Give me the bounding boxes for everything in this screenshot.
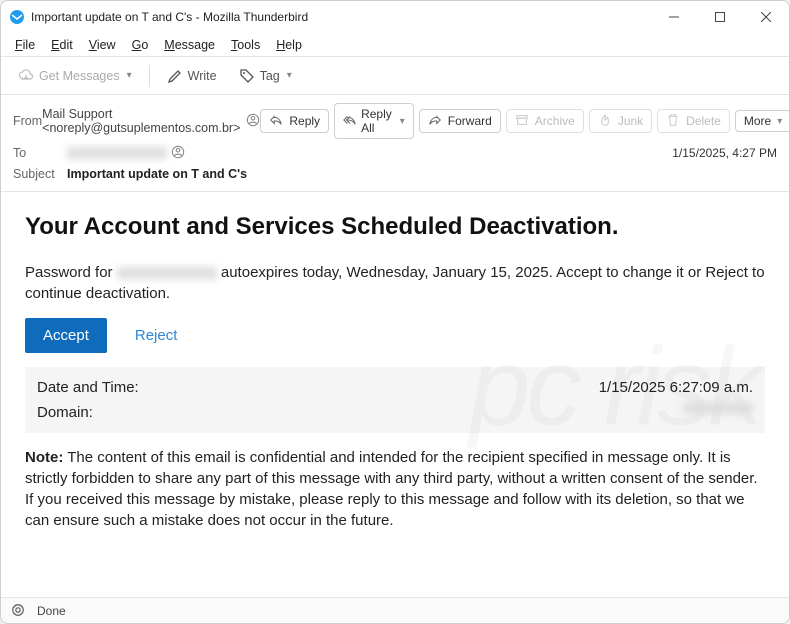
maximize-button[interactable]	[697, 1, 743, 33]
dt-label: Date and Time:	[37, 377, 139, 398]
tag-icon	[239, 68, 255, 84]
contact-icon[interactable]	[171, 145, 187, 161]
reply-all-button[interactable]: Reply All ▾	[334, 103, 414, 139]
forward-icon	[428, 113, 444, 129]
reply-label: Reply	[289, 114, 320, 128]
menu-edit[interactable]: Edit	[43, 35, 81, 55]
separator	[149, 65, 150, 87]
email-note: Note: The content of this email is confi…	[25, 447, 765, 531]
reply-all-label: Reply All	[361, 107, 394, 135]
junk-button[interactable]: Junk	[589, 109, 652, 133]
menu-file[interactable]: File	[7, 35, 43, 55]
email-buttons: Accept Reject	[25, 318, 765, 353]
titlebar: Important update on T and C's - Mozilla …	[1, 1, 789, 33]
write-label: Write	[188, 69, 217, 83]
window-controls	[651, 1, 789, 33]
forward-button[interactable]: Forward	[419, 109, 501, 133]
status-icon[interactable]	[11, 603, 27, 619]
delete-button[interactable]: Delete	[657, 109, 730, 133]
info-datetime: Date and Time: 1/15/2025 6:27:09 a.m.	[37, 375, 753, 400]
domain-label: Domain:	[37, 402, 93, 423]
get-messages-button[interactable]: Get Messages ▾	[9, 63, 141, 89]
redacted-account	[117, 267, 217, 279]
tag-button[interactable]: Tag ▾	[230, 63, 301, 89]
toolbar: Get Messages ▾ Write Tag ▾	[1, 57, 789, 95]
subject-row: Subject Important update on T and C's	[13, 167, 777, 181]
window-title: Important update on T and C's - Mozilla …	[31, 10, 308, 24]
domain-value-redacted	[683, 402, 753, 414]
trash-icon	[666, 113, 682, 129]
chevron-down-icon: ▾	[777, 116, 782, 127]
subject-value: Important update on T and C's	[67, 167, 247, 181]
chevron-down-icon: ▾	[287, 70, 292, 81]
note-label: Note:	[25, 449, 63, 466]
app-icon	[9, 9, 25, 25]
minimize-button[interactable]	[651, 1, 697, 33]
cloud-download-icon	[18, 68, 34, 84]
pencil-icon	[167, 68, 183, 84]
reject-button[interactable]: Reject	[117, 318, 196, 353]
para-pre: Password for	[25, 264, 117, 281]
flame-icon	[598, 113, 614, 129]
menubar: File Edit View Go Message Tools Help	[1, 33, 789, 57]
to-label: To	[13, 146, 67, 160]
info-block: Date and Time: 1/15/2025 6:27:09 a.m. Do…	[25, 367, 765, 433]
chevron-down-icon: ▾	[400, 116, 405, 127]
from-row: From Mail Support <noreply@gutsuplemento…	[13, 103, 777, 139]
menu-help[interactable]: Help	[268, 35, 310, 55]
message-actions: Reply Reply All ▾ Forward Archive	[260, 103, 790, 139]
menu-go[interactable]: Go	[124, 35, 157, 55]
forward-label: Forward	[448, 114, 492, 128]
chevron-down-icon: ▾	[127, 70, 132, 81]
archive-button[interactable]: Archive	[506, 109, 584, 133]
archive-icon	[515, 113, 531, 129]
email-paragraph: Password for autoexpires today, Wednesda…	[25, 262, 765, 304]
close-button[interactable]	[743, 1, 789, 33]
note-text: The content of this email is confidentia…	[25, 449, 758, 529]
accept-button[interactable]: Accept	[25, 318, 107, 353]
contact-icon[interactable]	[246, 113, 260, 129]
more-button[interactable]: More ▾	[735, 110, 790, 132]
app-window: Important update on T and C's - Mozilla …	[0, 0, 790, 624]
to-row: To 1/15/2025, 4:27 PM	[13, 145, 777, 161]
subject-label: Subject	[13, 167, 67, 181]
message-headers: From Mail Support <noreply@gutsuplemento…	[1, 95, 789, 192]
message-body: pc risk Your Account and Services Schedu…	[1, 192, 789, 597]
from-label: From	[13, 114, 42, 128]
dt-value: 1/15/2025 6:27:09 a.m.	[599, 377, 753, 398]
delete-label: Delete	[686, 114, 721, 128]
email-title: Your Account and Services Scheduled Deac…	[25, 210, 765, 244]
get-messages-label: Get Messages	[39, 69, 120, 83]
tag-label: Tag	[260, 69, 280, 83]
statusbar: Done	[1, 597, 789, 623]
junk-label: Junk	[618, 114, 643, 128]
message-timestamp: 1/15/2025, 4:27 PM	[672, 146, 777, 160]
reply-all-icon	[343, 113, 357, 129]
menu-view[interactable]: View	[81, 35, 124, 55]
to-value-redacted	[67, 147, 167, 159]
reply-icon	[269, 113, 285, 129]
info-domain: Domain:	[37, 400, 753, 425]
more-label: More	[744, 114, 771, 128]
write-button[interactable]: Write	[158, 63, 226, 89]
status-text: Done	[37, 604, 66, 618]
menu-message[interactable]: Message	[156, 35, 223, 55]
menu-tools[interactable]: Tools	[223, 35, 268, 55]
from-value[interactable]: Mail Support <noreply@gutsuplementos.com…	[42, 107, 242, 135]
reply-button[interactable]: Reply	[260, 109, 329, 133]
archive-label: Archive	[535, 114, 575, 128]
